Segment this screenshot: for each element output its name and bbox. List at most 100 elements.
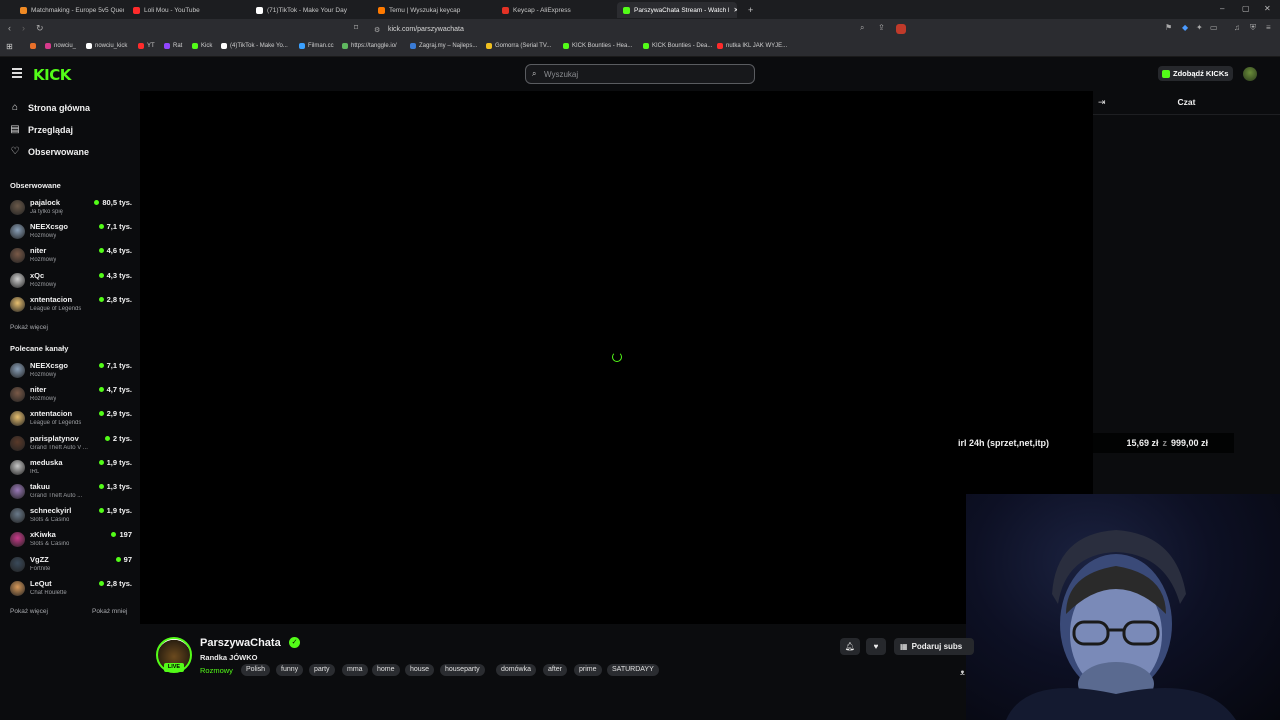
stream-tag[interactable]: party (309, 664, 335, 676)
channel-item[interactable]: xntentacion League of Legends 2,8 tys. (10, 294, 132, 316)
forward-icon[interactable]: › (22, 23, 25, 33)
show-less-recommended-link[interactable]: Pokaż mniej (92, 608, 127, 615)
channel-item[interactable]: xntentacion League of Legends 2,9 tys. (10, 408, 132, 430)
channel-avatar (10, 387, 25, 403)
channel-item[interactable]: meduska IRL 1,9 tys. (10, 457, 132, 479)
bookmark-item[interactable]: KICK Bounties - Hea... (563, 43, 632, 49)
channel-item[interactable]: pajalock Ja tylko śpię 80,5 tys. (10, 197, 132, 219)
kick-logo[interactable]: KICK (33, 66, 71, 84)
follow-heart-icon[interactable]: ♥ (866, 638, 886, 655)
back-icon[interactable]: ‹ (8, 23, 11, 33)
show-more-followed-link[interactable]: Pokaż więcej (10, 324, 48, 331)
channel-item[interactable]: NEEXcsgo Rozmowy 7,1 tys. (10, 360, 132, 382)
bookmark-item[interactable]: nutka IKL JAK WYJE... (717, 43, 787, 49)
stream-tag[interactable]: houseparty (440, 664, 485, 676)
stream-tag[interactable]: SATURDAYY (607, 664, 659, 676)
notification-bell-icon[interactable]: 🔔︎ (840, 638, 860, 655)
sidebar-nav-item[interactable]: ⌂ Strona główna (10, 102, 90, 113)
browser-tab[interactable]: Temu | Wyszukaj keycap (372, 2, 482, 18)
minimize-button[interactable]: – (1220, 4, 1224, 13)
bookmark-item[interactable] (30, 43, 36, 49)
browser-tab[interactable]: Matchmaking - Europe 5v5 Queue - (14, 2, 124, 18)
bookmark-item[interactable]: Kick (192, 43, 212, 49)
live-dot-icon (115, 556, 121, 562)
music-icon[interactable]: ♫ (1234, 23, 1240, 32)
bookmark-item[interactable]: Rat (164, 43, 182, 49)
channel-item[interactable]: parisplatynov Grand Theft Auto V ... 2 tys… (10, 433, 132, 455)
chat-title: Czat (1177, 97, 1196, 107)
channel-item[interactable]: NEEXcsgo Rozmowy 7,1 tys. (10, 221, 132, 243)
new-tab-button[interactable]: + (742, 2, 756, 18)
verified-icon: ✓ (289, 637, 300, 648)
viewer-count: 1,3 tys. (106, 482, 132, 491)
share-icon[interactable]: ⇪ (878, 23, 885, 32)
channel-name: pajalock (30, 198, 61, 207)
maximize-button[interactable]: ▢ (1242, 4, 1250, 13)
bookmark-label: Rat (173, 43, 183, 49)
stream-tag[interactable]: prime (574, 664, 602, 676)
apps-icon[interactable]: ⊞ (6, 42, 13, 51)
show-more-recommended-link[interactable]: Pokaż więcej (10, 608, 48, 615)
stream-tag[interactable]: Polish (241, 664, 271, 676)
channel-viewers: 2 tys. (104, 434, 132, 443)
bookmark-item[interactable]: https://tanggle.io/ (342, 43, 397, 49)
close-window-button[interactable]: ✕ (1264, 4, 1271, 13)
stream-tag[interactable]: home (372, 664, 400, 676)
stream-tag[interactable]: domówka (496, 664, 536, 676)
menu-hamburger-icon[interactable] (12, 68, 22, 80)
channel-name: VgZZ (30, 554, 49, 564)
get-kicks-button[interactable]: Zdobądź KICKs (1158, 66, 1234, 81)
stream-tag[interactable]: house (405, 664, 435, 676)
channel-item[interactable]: LeQut Chat Roulette 2,8 tys. (10, 578, 132, 600)
donation-target: 999,00 zł (1170, 438, 1208, 448)
url-field[interactable]: ⚙ kick.com/parszywachata (368, 22, 908, 37)
bookmark-item[interactable]: Zagraj.my – Najleps... (410, 43, 477, 49)
bookmark-item[interactable]: nowciu_ (45, 43, 76, 49)
channel-avatar (10, 580, 25, 596)
channel-item[interactable]: xKiwka Slots & Casino 197 (10, 529, 132, 551)
search-input[interactable]: ⌕ Wyszukaj (525, 64, 755, 84)
site-info-icon[interactable]: ⚙ (374, 26, 380, 34)
browser-tab[interactable]: ParszywaChata Stream - Watch l ✕ (617, 2, 737, 18)
sidebar-icon[interactable]: ▭ (1210, 23, 1218, 32)
extensions-icon[interactable]: ✦ (1196, 23, 1203, 32)
menu-icon[interactable]: ≡ (1266, 23, 1271, 32)
stream-tag[interactable]: funny (276, 664, 304, 676)
bookmark-item[interactable]: KICK Bounties - Dea... (643, 43, 712, 49)
bookmark-item[interactable]: Gomorra (Serial TV... (486, 43, 551, 49)
channel-item[interactable]: xQc Rozmowy 4,3 tys. (10, 270, 132, 292)
viewer-count: 80,5 tys. (102, 198, 132, 207)
bookmark-item[interactable]: nowciu_kick (86, 43, 127, 49)
bookmark-icon[interactable]: ⌑ (354, 23, 358, 32)
channel-item[interactable]: schneckyirl Slots & Casino 1,9 tys. (10, 505, 132, 527)
sidebar-nav-item[interactable]: ♡ Obserwowane (10, 146, 90, 157)
close-tab-icon[interactable]: ✕ (733, 6, 737, 14)
channel-item[interactable]: VgZZ Fortnite 97 (10, 554, 132, 576)
stream-tag[interactable]: after (543, 664, 568, 676)
channel-avatar (10, 296, 25, 312)
vpn-icon[interactable]: ⚑ (1165, 23, 1172, 32)
sidebar-nav-item[interactable]: ▤ Przeglądaj (10, 124, 73, 135)
bookmark-item[interactable]: YT (138, 43, 155, 49)
wallet-icon[interactable]: ◆ (1182, 23, 1188, 32)
user-avatar[interactable] (1243, 67, 1257, 81)
channel-item[interactable]: niter Rozmowy 4,6 tys. (10, 245, 132, 267)
browser-tab[interactable]: (71)TikTok - Make Your Day (250, 2, 360, 18)
bookmark-item[interactable]: (4)TikTok - Make Yo... (221, 43, 288, 49)
bookmark-item[interactable]: Filman.cc (299, 43, 334, 49)
gift-subs-button[interactable]: ▦ Podaruj subs (894, 638, 974, 655)
reload-icon[interactable]: ↻ (36, 23, 44, 34)
zoom-icon[interactable]: ⌕ (860, 23, 864, 33)
channel-item[interactable]: takuu Grand Theft Auto ... 1,3 tys. (10, 481, 132, 503)
viewer-count: 2,8 tys. (106, 578, 132, 588)
extension-icon[interactable] (896, 24, 906, 34)
stream-category[interactable]: Rozmowy (200, 666, 233, 675)
browser-tab[interactable]: Loli Mou - YouTube (127, 2, 237, 18)
streamer-name[interactable]: ParszywaChata (200, 637, 281, 649)
kicks-icon (1162, 69, 1170, 78)
shield-icon[interactable]: ⛨ (1250, 23, 1256, 33)
browser-tab[interactable]: Keycap - AliExpress (496, 2, 606, 18)
stream-tag[interactable]: mma (342, 664, 368, 676)
home-icon: ⌂ (11, 102, 19, 113)
channel-item[interactable]: niter Rozmowy 4,7 tys. (10, 384, 132, 406)
